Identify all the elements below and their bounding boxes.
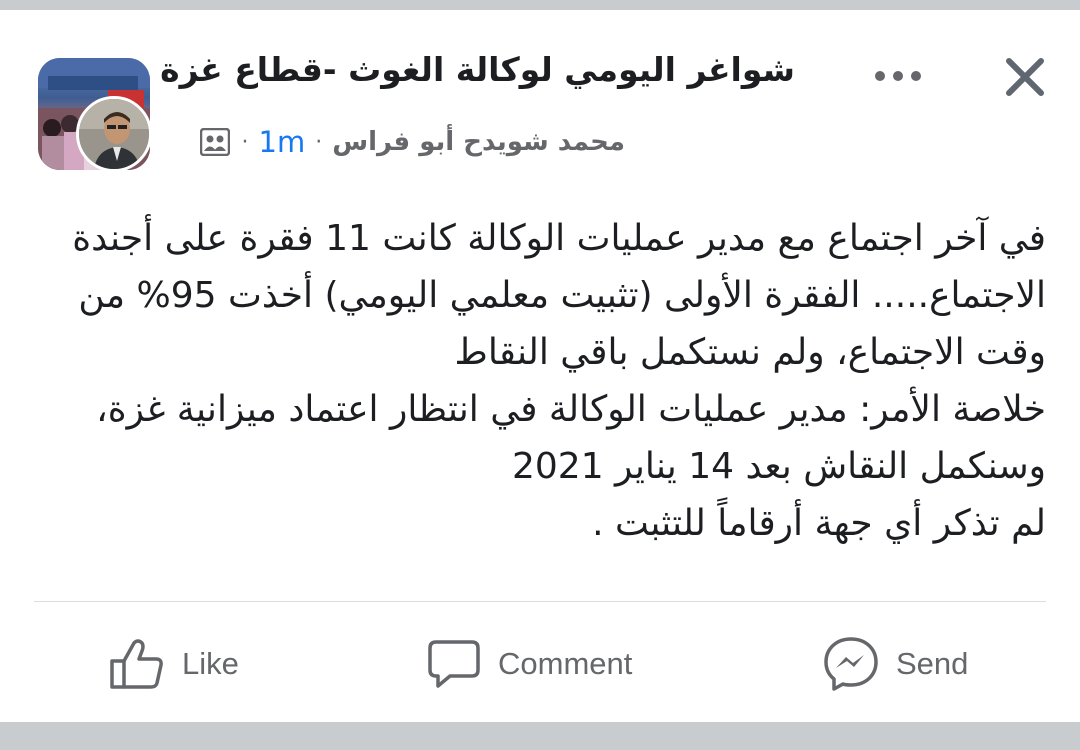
avatar-group[interactable] bbox=[38, 58, 154, 174]
post-text-line: وسنكمل النقاش بعد 14 يناير 2021 bbox=[511, 446, 1046, 487]
post-timestamp[interactable]: 1m bbox=[259, 125, 306, 159]
divider bbox=[34, 601, 1046, 602]
more-horizontal-icon bbox=[875, 71, 921, 81]
post-text-line: في آخر اجتماع مع مدير عمليات الوكالة كان… bbox=[72, 218, 1046, 259]
comment-label: Comment bbox=[498, 646, 633, 681]
post-text-line: الاجتماع..... الفقرة الأولى (تثبيت معلمي… bbox=[78, 275, 1046, 316]
author-name[interactable]: محمد شويدح أبو فراس bbox=[332, 127, 625, 157]
close-button[interactable] bbox=[1000, 52, 1050, 102]
meta-separator: · bbox=[315, 129, 323, 155]
comment-button[interactable]: Comment bbox=[426, 632, 632, 696]
like-button[interactable]: Like bbox=[108, 632, 239, 696]
post-body: في آخر اجتماع مع مدير عمليات الوكالة كان… bbox=[34, 210, 1046, 552]
post-text-line: لم تذكر أي جهة أرقاماً للتثبت . bbox=[592, 503, 1046, 544]
post-text-line: وقت الاجتماع، ولم نستكمل باقي النقاط bbox=[454, 332, 1046, 373]
messenger-icon bbox=[824, 637, 878, 691]
post-card: شواغر اليومي لوكالة الغوث -قطاع غزة محمد… bbox=[0, 10, 1080, 722]
close-icon bbox=[1006, 58, 1044, 96]
comment-icon bbox=[428, 640, 480, 688]
post-meta: محمد شويدح أبو فراس · 1m · bbox=[198, 120, 625, 164]
more-options-button[interactable] bbox=[868, 58, 928, 94]
send-label: Send bbox=[896, 646, 969, 681]
group-members-icon bbox=[198, 126, 232, 158]
author-avatar[interactable] bbox=[76, 96, 152, 172]
group-name[interactable]: شواغر اليومي لوكالة الغوث -قطاع غزة bbox=[160, 50, 795, 89]
post-text-line: خلاصة الأمر: مدير عمليات الوكالة في انتظ… bbox=[96, 389, 1046, 430]
like-label: Like bbox=[182, 646, 239, 681]
send-button[interactable]: Send bbox=[822, 632, 968, 696]
like-icon bbox=[110, 639, 163, 689]
action-bar: Like Comment Send bbox=[0, 632, 1080, 696]
meta-separator: · bbox=[241, 129, 249, 155]
